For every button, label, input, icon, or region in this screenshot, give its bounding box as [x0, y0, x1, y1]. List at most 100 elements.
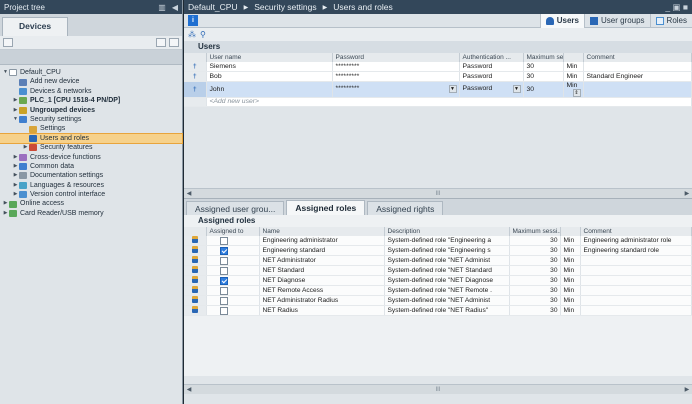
collapsed-arrow-icon[interactable]: ▶ [12, 153, 19, 162]
tree-item-card-reader-usb-memory[interactable]: ▶ Card Reader/USB memory [0, 209, 182, 218]
tree-item-online-access[interactable]: ▶ Online access [0, 199, 182, 208]
scroll-left-icon[interactable]: ◀ [184, 190, 194, 197]
assigned-cell[interactable] [206, 236, 260, 246]
scroll-thumb-grip-icon[interactable]: III [435, 387, 440, 393]
table-row[interactable]: † John ********* ▼ Password ▼ 30 Min ⇕ [184, 81, 692, 98]
scroll-right-icon[interactable]: ▶ [682, 190, 692, 197]
assigned-checkbox[interactable] [219, 266, 228, 275]
assigned-cell[interactable] [206, 305, 260, 316]
pin-icon[interactable]: ▥ [158, 3, 166, 12]
assigned-checkbox[interactable] [219, 246, 228, 255]
tree-item-common-data[interactable]: ▶ Common data [0, 162, 182, 171]
assigned-checkbox[interactable] [219, 236, 228, 245]
assigned-cell[interactable] [206, 245, 260, 256]
assigned-checkbox[interactable] [219, 286, 228, 295]
assigned-cell[interactable] [206, 255, 260, 266]
authentication-cell[interactable]: Password [459, 62, 524, 72]
collapsed-arrow-icon[interactable]: ▶ [12, 162, 19, 171]
assigned-cell[interactable] [206, 265, 260, 276]
collapsed-arrow-icon[interactable]: ▶ [2, 209, 9, 218]
tree-item-languages-resources[interactable]: ▶ Languages & resources [0, 181, 182, 190]
tree-item-documentation-settings[interactable]: ▶ Documentation settings [0, 171, 182, 180]
column-header-max-session[interactable]: Maximum sessi... [509, 227, 561, 236]
grid-view-icon[interactable] [156, 38, 166, 47]
max-session-cell[interactable]: 30 [523, 62, 564, 72]
column-header-comment[interactable]: Comment [580, 227, 692, 236]
column-header-assigned-to[interactable]: Assigned to [206, 227, 260, 236]
password-cell[interactable]: ********* [332, 62, 460, 72]
scroll-left-icon[interactable]: ◀ [184, 386, 194, 393]
collapsed-arrow-icon[interactable]: ▶ [12, 171, 19, 180]
authentication-cell[interactable]: Password [459, 71, 524, 82]
password-cell[interactable]: ********* ▼ [332, 81, 460, 98]
dropdown-arrow-icon[interactable]: ▼ [512, 85, 521, 93]
column-header-user-name[interactable]: User name [206, 53, 333, 62]
column-header-authentication[interactable]: Authentication ... [459, 53, 524, 62]
tree-item-ungrouped-devices[interactable]: ▶ Ungrouped devices [0, 106, 182, 115]
tree-item-security-settings[interactable]: ▼ Security settings [0, 115, 182, 124]
expand-icon[interactable] [169, 38, 179, 47]
collapsed-arrow-icon[interactable]: ▶ [2, 199, 9, 208]
tab-roles[interactable]: Roles [649, 13, 692, 28]
comment-cell[interactable]: Standard Engineer [583, 71, 692, 82]
tree-item-default-cpu[interactable]: ▼ Default_CPU [0, 68, 182, 77]
assigned-checkbox[interactable] [219, 296, 228, 305]
assigned-checkbox[interactable] [219, 276, 228, 285]
assigned-cell[interactable] [206, 275, 260, 286]
assigned-checkbox[interactable] [219, 256, 228, 265]
breadcrumb-item[interactable]: Default_CPU [188, 2, 238, 12]
collapsed-arrow-icon[interactable]: ▶ [12, 106, 19, 115]
collapse-panel-icon[interactable]: ◀ [172, 3, 178, 12]
column-header-max-session[interactable]: Maximum sessi... [523, 53, 564, 62]
tab-user-groups[interactable]: User groups [583, 13, 650, 28]
assigned-cell[interactable] [206, 295, 260, 306]
table-row[interactable]: † Bob ********* Password 30 Min Standard Engin… [184, 71, 692, 82]
tree-item-users-and-roles[interactable]: Users and roles [0, 132, 183, 145]
breadcrumb-item[interactable]: Security settings [254, 2, 316, 12]
column-header-description[interactable]: Description [384, 227, 510, 236]
info-icon[interactable]: i [188, 15, 198, 26]
overview-icon[interactable] [3, 38, 13, 47]
assigned-checkbox[interactable] [219, 306, 228, 315]
max-session-cell[interactable]: 30 [523, 71, 564, 82]
password-cell[interactable]: ********* [332, 71, 460, 82]
assigned-cell[interactable] [206, 285, 260, 296]
scroll-right-icon[interactable]: ▶ [682, 386, 692, 393]
tree-item-cross-device-functions[interactable]: ▶ Cross-device functions [0, 153, 182, 162]
tab-assigned-rights[interactable]: Assigned rights [367, 201, 444, 215]
comment-cell[interactable] [583, 81, 692, 98]
authentication-cell[interactable]: Password ▼ [459, 81, 524, 98]
tree-item-plc-1-cpu-1518-4-pn-dp[interactable]: ▶ PLC_1 [CPU 1518-4 PN/DP] [0, 96, 182, 105]
comment-cell[interactable] [583, 62, 692, 72]
horizontal-scrollbar[interactable]: ◀ III ▶ [184, 384, 692, 394]
tree-item-security-features[interactable]: ▶ Security features [0, 143, 182, 152]
add-user-icon[interactable]: ⁂ [188, 30, 196, 39]
expanded-arrow-icon[interactable]: ▼ [2, 68, 9, 77]
tab-assigned-user-grou[interactable]: Assigned user grou... [186, 201, 285, 215]
breadcrumb-item[interactable]: Users and roles [333, 2, 393, 12]
horizontal-scrollbar[interactable]: ◀ III ▶ [184, 188, 692, 198]
filter-icon[interactable]: ⚲ [200, 30, 206, 39]
tree-item-version-control-interface[interactable]: ▶ Version control interface [0, 190, 182, 199]
column-header-comment[interactable]: Comment [583, 53, 692, 62]
tree-item-add-new-device[interactable]: Add new device [0, 77, 182, 86]
user-name-cell[interactable]: Siemens [206, 62, 333, 72]
dropdown-arrow-icon[interactable]: ▼ [448, 85, 457, 93]
tree-item-devices-networks[interactable]: Devices & networks [0, 87, 182, 96]
max-session-cell[interactable]: 30 [523, 81, 564, 98]
tree-item-settings[interactable]: Settings [0, 124, 182, 133]
scroll-thumb-grip-icon[interactable]: III [435, 191, 440, 197]
expanded-arrow-icon[interactable]: ▼ [12, 115, 19, 124]
spinner-icon[interactable]: ⇕ [572, 88, 581, 96]
column-header-name[interactable]: Name [259, 227, 385, 236]
add-new-user-cell[interactable]: <Add new user> [206, 97, 692, 107]
collapsed-arrow-icon[interactable]: ▶ [22, 143, 29, 152]
collapsed-arrow-icon[interactable]: ▶ [12, 96, 19, 105]
table-row[interactable]: † Siemens ********* Password 30 Min [184, 62, 692, 72]
user-name-cell[interactable]: John [206, 81, 333, 98]
column-header-password[interactable]: Password [332, 53, 460, 62]
collapsed-arrow-icon[interactable]: ▶ [12, 190, 19, 199]
user-name-cell[interactable]: Bob [206, 71, 333, 82]
tab-users[interactable]: Users [539, 13, 584, 28]
collapsed-arrow-icon[interactable]: ▶ [12, 181, 19, 190]
